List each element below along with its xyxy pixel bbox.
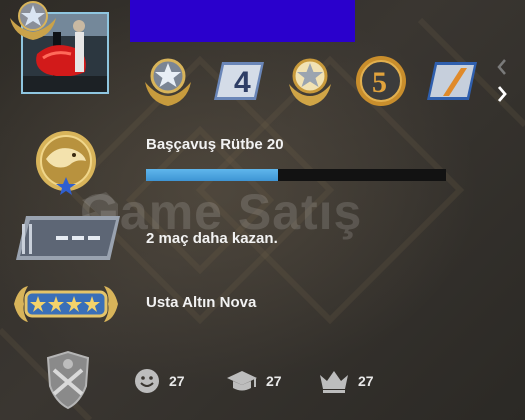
teacher-commendation: 27 [226, 364, 282, 398]
friendly-commendation: 27 [133, 364, 185, 398]
svg-text:5: 5 [372, 66, 387, 99]
svg-text:4: 4 [234, 66, 251, 99]
medal-slot[interactable] [280, 52, 339, 110]
watermark-text: Game Satış [80, 184, 363, 240]
private-rank-emblem-icon[interactable] [40, 350, 96, 410]
competitive-rank-label: Başçavuş Rütbe 20 [146, 136, 284, 153]
4-year-veteran-coin-icon: 4 [213, 62, 264, 100]
medal-row: 4 5 [138, 52, 481, 110]
smiley-icon [135, 369, 159, 393]
7-year-veteran-coin-icon [426, 62, 477, 100]
friendly-count: 27 [169, 373, 185, 389]
skill-group-label: Usta Altın Nova [146, 294, 257, 311]
leader-count: 27 [358, 373, 374, 389]
gold-nova-master-icon [14, 286, 118, 322]
medal-slot[interactable] [422, 52, 481, 110]
silver-star-medal-icon [288, 58, 331, 106]
eagle-rank-icon [36, 131, 96, 195]
medal-slot[interactable]: 4 [209, 52, 268, 110]
crown-icon [320, 371, 348, 393]
name-banner [130, 0, 355, 42]
star-medal-icon [144, 58, 191, 106]
rank-progress-fill [146, 169, 278, 181]
5-year-veteran-coin-icon: 5 [355, 56, 406, 106]
medal-slot[interactable]: 5 [351, 52, 410, 110]
profile-rank-badge-icon [10, 1, 56, 40]
medal-slot[interactable] [138, 52, 197, 110]
chevron-right-icon[interactable] [494, 84, 510, 104]
leader-commendation: 27 [318, 364, 374, 398]
wingman-unranked-icon [16, 216, 120, 260]
wingman-status-label: 2 maç daha kazan. [146, 230, 278, 247]
rank-progress-bar [146, 169, 446, 181]
chevron-left-icon[interactable] [494, 57, 510, 77]
graduation-cap-icon [227, 371, 257, 391]
teacher-count: 27 [266, 373, 282, 389]
